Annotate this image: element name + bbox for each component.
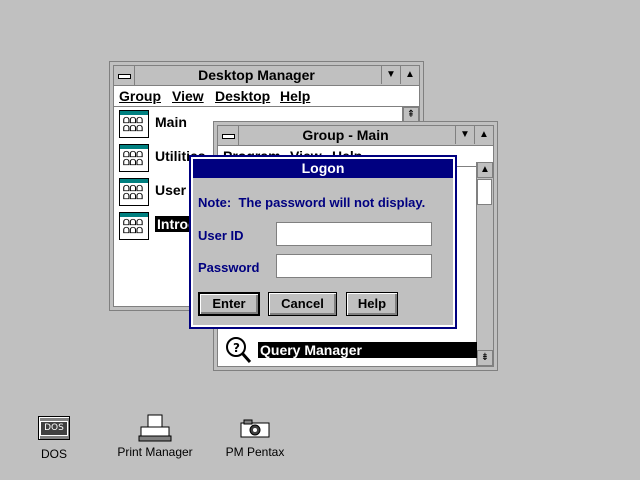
group-label: User — [155, 182, 187, 198]
desktop-manager-menubar: Group View Desktop Help — [114, 86, 419, 107]
group-icon: ᗝᗝᗝ ᗝᗝᗝ — [119, 178, 149, 206]
menu-view[interactable]: View — [172, 88, 204, 104]
group-main-scrollbar[interactable]: ▲ ⇟ — [476, 162, 493, 366]
password-field[interactable] — [276, 254, 432, 278]
menu-group[interactable]: Group — [119, 88, 161, 104]
svg-text:?: ? — [233, 341, 240, 355]
dos-icon: DOS — [38, 416, 70, 440]
maximize-button[interactable]: ▲ — [474, 126, 493, 144]
program-item-query-manager[interactable]: ? Query Manager — [224, 336, 477, 363]
desktop-icon-dos[interactable]: DOS DOS — [9, 416, 99, 461]
desktop-manager-titlebar[interactable]: Desktop Manager ▼ ▲ — [114, 66, 419, 86]
window-title: Group - Main — [302, 127, 389, 143]
program-label: Query Manager — [258, 342, 477, 358]
printer-icon — [138, 414, 172, 442]
window-title: Desktop Manager — [198, 67, 315, 83]
dos-icon-text: DOS — [40, 421, 68, 436]
desktop-icon-pm-pentax[interactable]: PM Pentax — [210, 419, 300, 459]
maximize-button[interactable]: ▲ — [400, 66, 419, 84]
logon-dialog: Logon Note: The password will not displa… — [189, 155, 457, 329]
camera-icon — [240, 419, 270, 438]
password-note: Note: The password will not display. — [198, 195, 426, 210]
dialog-title[interactable]: Logon — [193, 159, 453, 178]
system-menu-icon[interactable] — [218, 126, 239, 145]
group-icon: ᗝᗝᗝ ᗝᗝᗝ — [119, 110, 149, 138]
group-main-titlebar[interactable]: Group - Main ▼ ▲ — [218, 126, 493, 146]
menu-help[interactable]: Help — [280, 88, 310, 104]
cancel-button[interactable]: Cancel — [268, 292, 337, 316]
user-id-label: User ID — [198, 228, 244, 243]
system-menu-icon[interactable] — [114, 66, 135, 85]
enter-button[interactable]: Enter — [198, 292, 260, 316]
scroll-thumb[interactable] — [477, 179, 492, 205]
magnifier-icon: ? — [226, 337, 252, 363]
desktop-icon-label: Print Manager — [117, 445, 193, 459]
group-icon: ᗝᗝᗝ ᗝᗝᗝ — [119, 144, 149, 172]
help-button[interactable]: Help — [346, 292, 398, 316]
minimize-button[interactable]: ▼ — [381, 66, 400, 84]
minimize-button[interactable]: ▼ — [455, 126, 474, 144]
menu-desktop[interactable]: Desktop — [215, 88, 270, 104]
group-label: Main — [155, 114, 187, 130]
password-label: Password — [198, 260, 260, 275]
scroll-up-icon[interactable]: ▲ — [477, 162, 493, 178]
scroll-down-icon[interactable]: ⇟ — [477, 350, 493, 366]
group-icon: ᗝᗝᗝ ᗝᗝᗝ — [119, 212, 149, 240]
desktop-icon-label: PM Pentax — [225, 445, 285, 459]
user-id-field[interactable] — [276, 222, 432, 246]
desktop-icon-print-manager[interactable]: Print Manager — [110, 414, 200, 459]
desktop-icon-label: DOS — [40, 447, 67, 461]
